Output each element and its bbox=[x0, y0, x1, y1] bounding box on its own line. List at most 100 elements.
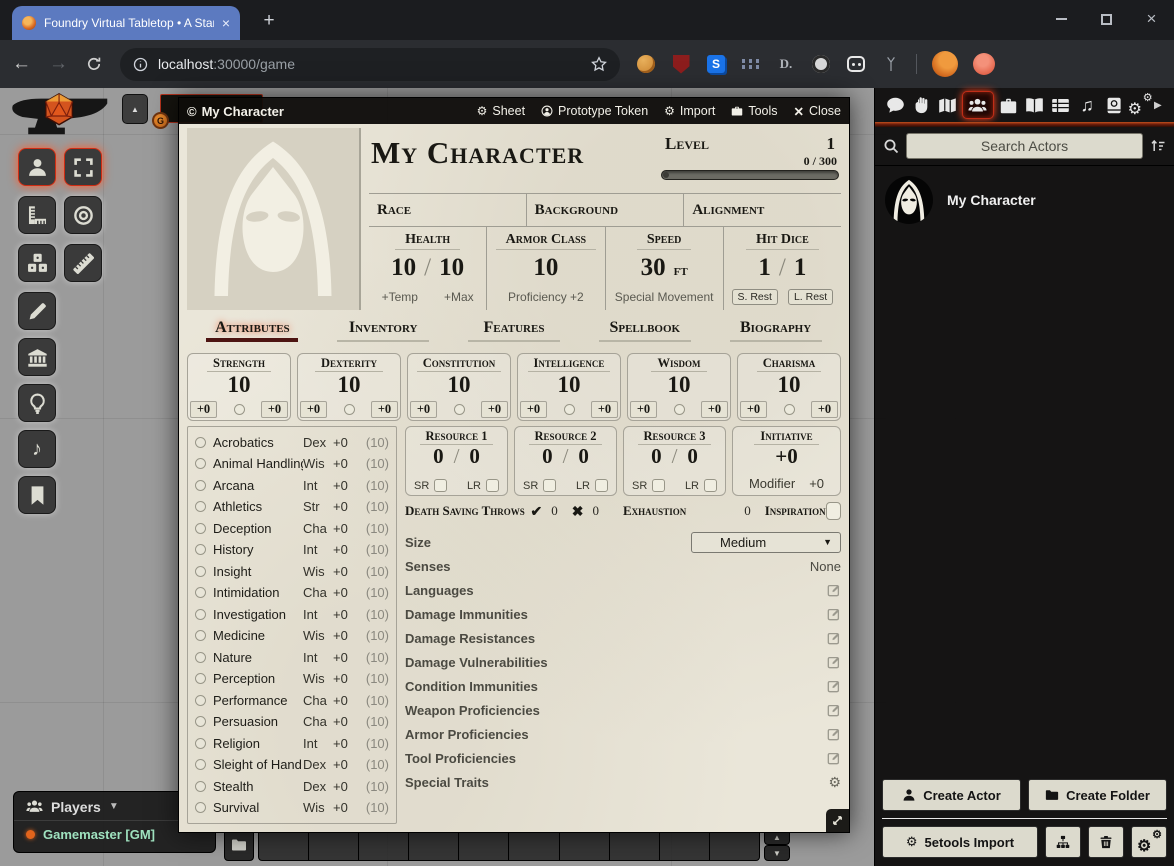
ability-card[interactable]: Intelligence 10 +0 +0 bbox=[517, 353, 621, 421]
tab-tables[interactable] bbox=[1049, 93, 1073, 117]
actor-name[interactable]: My Character bbox=[947, 192, 1036, 208]
bookmark-star-icon[interactable] bbox=[591, 56, 607, 72]
edit-icon[interactable] bbox=[827, 727, 841, 741]
delete-button[interactable] bbox=[1088, 826, 1124, 858]
skill-proficiency-radio[interactable] bbox=[195, 716, 206, 727]
hd-max[interactable]: 1 bbox=[794, 254, 807, 282]
skill-row[interactable]: Sleight of Hand Dex +0 (10) bbox=[195, 754, 389, 775]
ability-check-mod[interactable]: +0 bbox=[481, 401, 508, 418]
macro-slot[interactable] bbox=[409, 830, 459, 860]
death-failure-icon[interactable]: ✖ bbox=[572, 503, 584, 520]
skill-proficiency-radio[interactable] bbox=[195, 609, 206, 620]
ability-card[interactable]: Wisdom 10 +0 +0 bbox=[627, 353, 731, 421]
eye-extension-icon[interactable] bbox=[811, 54, 831, 74]
traits-config-gear-icon[interactable]: ⚙ bbox=[828, 774, 841, 791]
skill-row[interactable]: Perception Wis +0 (10) bbox=[195, 668, 389, 689]
folder-tree-button[interactable] bbox=[1045, 826, 1081, 858]
macro-slot[interactable] bbox=[660, 830, 710, 860]
skill-name[interactable]: Perception bbox=[213, 671, 303, 686]
sheet-tab[interactable]: Attributes bbox=[187, 319, 318, 337]
minimize-button[interactable] bbox=[1039, 0, 1084, 38]
long-rest-button[interactable]: L. Rest bbox=[788, 289, 833, 305]
edit-icon[interactable] bbox=[827, 655, 841, 669]
armor-class-stat[interactable]: Armor Class 10 Proficiency +2 bbox=[487, 227, 605, 310]
skill-name[interactable]: Performance bbox=[213, 693, 303, 708]
special-movement-label[interactable]: Special Movement bbox=[615, 290, 714, 304]
sidebar-collapse-icon[interactable]: ▶ bbox=[1154, 100, 1166, 111]
skill-row[interactable]: Performance Cha +0 (10) bbox=[195, 690, 389, 711]
tab-playlists[interactable]: ♫ bbox=[1075, 93, 1099, 117]
ability-save-mod[interactable]: +0 bbox=[190, 401, 217, 418]
skill-proficiency-radio[interactable] bbox=[195, 566, 206, 577]
proficiency-radio[interactable] bbox=[454, 404, 465, 415]
death-failure-count[interactable]: 0 bbox=[593, 503, 600, 519]
hit-dice-stat[interactable]: Hit Dice 1/1 S. Rest L. Rest bbox=[724, 227, 841, 310]
ability-save-mod[interactable]: +0 bbox=[630, 401, 657, 418]
macro-slot[interactable] bbox=[459, 830, 509, 860]
exhaustion-value[interactable]: 0 bbox=[744, 503, 751, 519]
ability-score[interactable]: 10 bbox=[188, 372, 290, 397]
sheet-tab[interactable]: Spellbook bbox=[579, 319, 710, 337]
tab-settings[interactable]: ⚙⚙ bbox=[1128, 93, 1152, 117]
tab-combat[interactable] bbox=[909, 93, 933, 117]
skill-row[interactable]: Acrobatics Dex +0 (10) bbox=[195, 432, 389, 453]
hd-current[interactable]: 1 bbox=[758, 254, 771, 282]
profile-avatar[interactable] bbox=[932, 51, 958, 77]
ability-score[interactable]: 10 bbox=[628, 372, 730, 397]
sr-checkbox[interactable] bbox=[652, 479, 665, 492]
actor-list-item[interactable]: My Character bbox=[883, 172, 1166, 228]
document-id-icon[interactable]: © bbox=[187, 104, 197, 119]
vital-field[interactable]: Race bbox=[369, 194, 527, 226]
robot-extension-icon[interactable] bbox=[846, 54, 866, 74]
skill-row[interactable]: Insight Wis +0 (10) bbox=[195, 561, 389, 582]
window-header[interactable]: © My Character ⚙Sheet Prototype Token ⚙I… bbox=[179, 98, 849, 124]
hp-max[interactable]: 10 bbox=[439, 254, 464, 282]
sheet-config-button[interactable]: ⚙Sheet bbox=[477, 104, 525, 118]
resource-title[interactable]: Resource 3 bbox=[638, 427, 712, 445]
ability-score[interactable]: 10 bbox=[738, 372, 840, 397]
tools-button[interactable]: Tools bbox=[731, 104, 777, 118]
ability-save-mod[interactable]: +0 bbox=[740, 401, 767, 418]
speed-value[interactable]: 30 bbox=[641, 254, 666, 282]
resource-card[interactable]: Resource 1 0/0 SR LR bbox=[405, 426, 508, 496]
site-info-icon[interactable] bbox=[133, 57, 148, 72]
back-button[interactable]: ← bbox=[12, 53, 31, 75]
skill-name[interactable]: Acrobatics bbox=[213, 435, 303, 450]
ability-name[interactable]: Wisdom bbox=[651, 354, 706, 372]
ability-score[interactable]: 10 bbox=[298, 372, 400, 397]
proficiency-radio[interactable] bbox=[784, 404, 795, 415]
lr-checkbox[interactable] bbox=[704, 479, 717, 492]
url-text[interactable]: localhost:30000/game bbox=[158, 56, 295, 72]
skill-name[interactable]: History bbox=[213, 542, 303, 557]
window-resize-handle[interactable] bbox=[826, 809, 849, 832]
skill-name[interactable]: Nature bbox=[213, 650, 303, 665]
select-targets-tool[interactable] bbox=[64, 148, 102, 186]
skill-proficiency-radio[interactable] bbox=[195, 523, 206, 534]
address-bar[interactable]: localhost:30000/game bbox=[120, 48, 620, 81]
sr-checkbox[interactable] bbox=[543, 479, 556, 492]
ability-save-mod[interactable]: +0 bbox=[520, 401, 547, 418]
tab-chat[interactable] bbox=[883, 93, 907, 117]
ability-score[interactable]: 10 bbox=[408, 372, 510, 397]
tab-compendium[interactable] bbox=[1101, 93, 1125, 117]
ability-check-mod[interactable]: +0 bbox=[261, 401, 288, 418]
xp-value[interactable]: 0 / 300 bbox=[661, 154, 839, 169]
tab-close-icon[interactable]: × bbox=[222, 16, 230, 30]
resource-title[interactable]: Resource 1 bbox=[420, 427, 494, 445]
size-select[interactable]: Medium▼ bbox=[691, 532, 841, 553]
macro-slot[interactable] bbox=[509, 830, 559, 860]
ability-name[interactable]: Constitution bbox=[417, 354, 502, 372]
edit-icon[interactable] bbox=[827, 751, 841, 765]
ability-name[interactable]: Strength bbox=[207, 354, 271, 372]
level-value[interactable]: 1 bbox=[827, 134, 836, 154]
maximize-button[interactable] bbox=[1084, 0, 1129, 38]
resource-max[interactable]: 0 bbox=[469, 445, 480, 467]
sheet-tab[interactable]: Biography bbox=[710, 319, 841, 337]
macro-slot[interactable] bbox=[610, 830, 660, 860]
skill-row[interactable]: Stealth Dex +0 (10) bbox=[195, 776, 389, 797]
actor-avatar[interactable] bbox=[885, 176, 933, 224]
sheet-tab[interactable]: Features bbox=[449, 319, 580, 337]
skill-row[interactable]: Investigation Int +0 (10) bbox=[195, 604, 389, 625]
notes-tool[interactable] bbox=[18, 476, 56, 514]
ability-check-mod[interactable]: +0 bbox=[701, 401, 728, 418]
